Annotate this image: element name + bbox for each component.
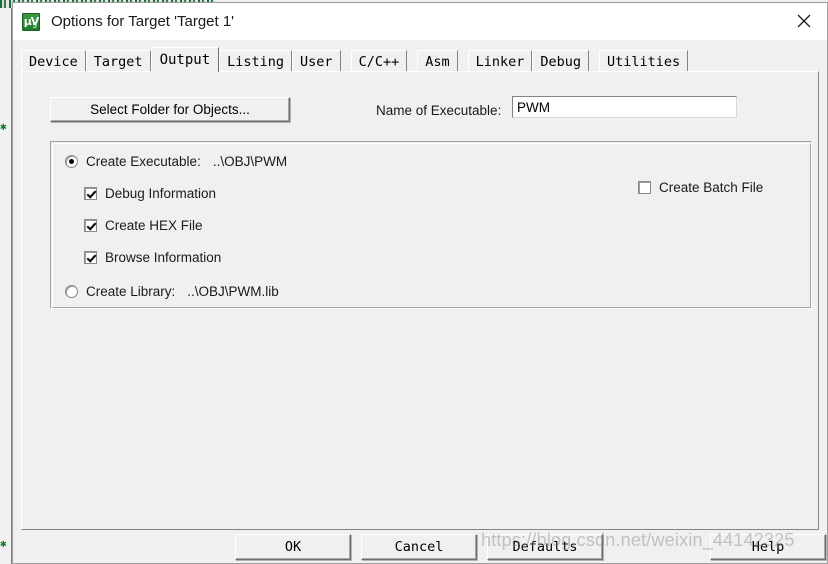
dialog-title: Options for Target 'Target 1' (51, 13, 235, 30)
name-of-executable-label: Name of Executable: (376, 103, 502, 118)
tab-target[interactable]: Target (85, 50, 151, 72)
ok-button[interactable]: OK (235, 534, 351, 560)
select-folder-for-objects-button[interactable]: Select Folder for Objects... (50, 97, 290, 122)
create-library-radio-row[interactable]: Create Library: ..\OBJ\PWM.lib (65, 284, 279, 299)
create-hex-file-row[interactable]: Create HEX File (84, 218, 203, 233)
tab-label: Linker (475, 54, 525, 70)
keil-uvision5-icon: μV 5 (22, 12, 40, 31)
cancel-button[interactable]: Cancel (361, 534, 477, 560)
tab-label: Utilities (607, 54, 681, 70)
create-batch-file-row[interactable]: Create Batch File (638, 180, 763, 195)
close-icon (797, 14, 811, 28)
help-button[interactable]: Help (710, 534, 826, 560)
create-batch-file-checkbox[interactable] (638, 181, 651, 194)
tab-user[interactable]: User (292, 50, 341, 72)
options-for-target-dialog: μV 5 Options for Target 'Target 1' Devic… (12, 2, 828, 564)
defaults-button[interactable]: Defaults (487, 534, 603, 560)
tab-device[interactable]: Device (21, 50, 86, 72)
tab-label: Output (159, 52, 211, 68)
tab-label: Listing (227, 54, 285, 70)
tab-debug[interactable]: Debug (532, 50, 590, 72)
tab-asm[interactable]: Asm (417, 50, 458, 72)
tab-output[interactable]: Output (150, 47, 220, 72)
browse-information-row[interactable]: Browse Information (84, 250, 221, 265)
create-hex-file-label: Create HEX File (105, 218, 203, 233)
options-tabstrip: Device Target Output Listing User C/C++ … (21, 47, 689, 72)
create-library-radio[interactable] (65, 285, 78, 298)
create-executable-path: ..\OBJ\PWM (212, 154, 288, 169)
tab-utilities[interactable]: Utilities (599, 50, 689, 72)
app-icon-version: 5 (32, 21, 37, 30)
tab-label: Device (29, 54, 78, 70)
name-of-executable-input[interactable] (512, 96, 737, 118)
browse-information-checkbox[interactable] (84, 251, 97, 264)
background-marker-icon: ✱ (0, 120, 7, 133)
create-hex-file-checkbox[interactable] (84, 219, 97, 232)
create-executable-radio[interactable] (65, 155, 78, 168)
close-button[interactable] (781, 3, 827, 39)
tab-label: User (300, 54, 333, 70)
tab-label: Asm (425, 54, 450, 70)
debug-information-checkbox[interactable] (84, 187, 97, 200)
create-executable-label: Create Executable: (86, 154, 201, 169)
create-library-path: ..\OBJ\PWM.lib (187, 284, 279, 299)
tab-linker[interactable]: Linker (467, 50, 533, 72)
tab-label: C/C++ (358, 54, 400, 70)
background-project-panel (0, 8, 12, 564)
tab-c-cpp[interactable]: C/C++ (350, 50, 408, 72)
tab-label: Debug (540, 54, 582, 70)
debug-information-label: Debug Information (105, 186, 217, 201)
create-batch-file-label: Create Batch File (659, 180, 764, 195)
create-library-label: Create Library: (86, 284, 176, 299)
create-executable-radio-row[interactable]: Create Executable: ..\OBJ\PWM (65, 154, 287, 169)
tab-label: Target (93, 54, 143, 70)
debug-information-row[interactable]: Debug Information (84, 186, 216, 201)
dialog-titlebar: μV 5 Options for Target 'Target 1' (13, 3, 827, 40)
background-marker-icon: ✱ (0, 537, 7, 550)
browse-information-label: Browse Information (105, 250, 222, 265)
tab-listing[interactable]: Listing (219, 50, 293, 72)
